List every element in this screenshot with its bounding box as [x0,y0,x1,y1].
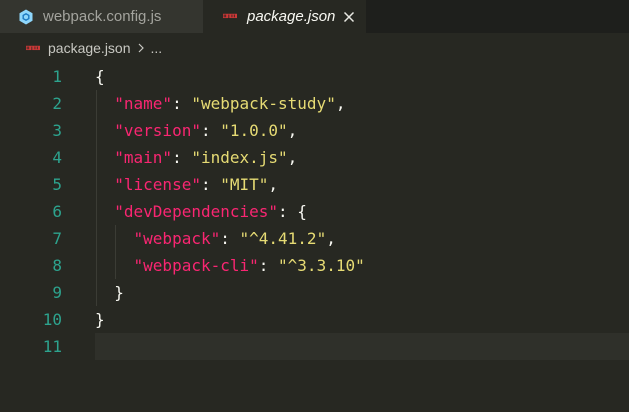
chevron-right-icon [138,43,144,53]
code-text: "webpack": "^4.41.2", [95,225,336,252]
line-number: 6 [52,202,62,221]
line-number: 9 [52,283,62,302]
tab-package-json[interactable]: package.json [203,0,366,33]
code-text: "name": "webpack-study", [95,90,345,117]
json-string: "MIT" [220,175,269,194]
line-number: 7 [52,229,62,248]
code-text: } [95,306,105,333]
current-line-highlight [95,333,629,360]
code-line: 10} [0,306,629,333]
code-text: "devDependencies": { [95,198,307,225]
line-number: 8 [52,256,62,275]
line-number: 2 [52,94,62,113]
json-punctuation: : [200,175,221,194]
json-string: "^3.3.10" [278,256,365,275]
json-key: "name" [114,94,173,113]
breadcrumb-symbol[interactable]: ... [151,40,163,56]
json-punctuation: } [95,310,105,329]
tab-label: package.json [247,8,336,25]
indent-guide [96,90,97,306]
code-line: 5 "license": "MIT", [0,171,629,198]
json-string: "webpack-study" [191,94,336,113]
code-line: 8 "webpack-cli": "^3.3.10" [0,252,629,279]
json-punctuation: , [335,94,346,113]
code-line: 3 "version": "1.0.0", [0,117,629,144]
line-number: 5 [52,175,62,194]
json-punctuation: : [172,148,192,167]
npm-icon [26,45,40,51]
json-string: "1.0.0" [220,121,288,140]
json-punctuation: : { [278,202,307,221]
tab-bar: webpack.config.js package.json [0,0,629,33]
code-text: { [95,63,105,90]
code-text: "license": "MIT", [95,171,278,198]
json-punctuation: , [287,121,298,140]
json-punctuation: : [172,94,192,113]
tab-label: webpack.config.js [43,8,162,25]
json-key: "devDependencies" [114,202,279,221]
json-key: "version" [114,121,201,140]
indent-guide [115,225,117,279]
json-punctuation: : [220,229,240,248]
json-punctuation: , [287,148,298,167]
close-icon[interactable] [343,11,355,23]
code-line: 4 "main": "index.js", [0,144,629,171]
webpack-icon [19,9,33,24]
json-string: "index.js" [191,148,288,167]
json-key: "main" [114,148,173,167]
code-line: 2 "name": "webpack-study", [0,90,629,117]
editor-window: webpack.config.js package.json package.j… [0,0,629,412]
code-text: } [95,279,124,306]
code-line: 6 "devDependencies": { [0,198,629,225]
line-number: 11 [42,337,62,356]
code-line: 11 [0,333,629,360]
code-line: 9 } [0,279,629,306]
line-number: 10 [42,310,62,329]
json-key: "webpack-cli" [133,256,259,275]
code-text: "version": "1.0.0", [95,117,297,144]
json-punctuation: } [114,283,124,302]
code-line: 1{ [0,63,629,90]
json-punctuation: : [258,256,279,275]
breadcrumb: package.json ... [0,33,629,63]
line-number: 4 [52,148,62,167]
npm-icon [223,13,237,19]
json-punctuation: { [95,67,105,86]
code-text: "webpack-cli": "^3.3.10" [95,252,365,279]
code-editor[interactable]: 1{2 "name": "webpack-study", 3 "version":… [0,63,629,412]
code-line: 7 "webpack": "^4.41.2", [0,225,629,252]
line-number: 1 [52,67,62,86]
line-number: 3 [52,121,62,140]
code-text: "main": "index.js", [95,144,297,171]
json-punctuation: , [326,229,336,248]
json-punctuation: : [200,121,221,140]
json-key: "license" [114,175,201,194]
tab-webpack-config[interactable]: webpack.config.js [0,0,203,33]
breadcrumb-file[interactable]: package.json [48,40,131,56]
json-string: "^4.41.2" [239,229,327,248]
json-key: "webpack" [133,229,221,248]
json-punctuation: , [268,175,279,194]
